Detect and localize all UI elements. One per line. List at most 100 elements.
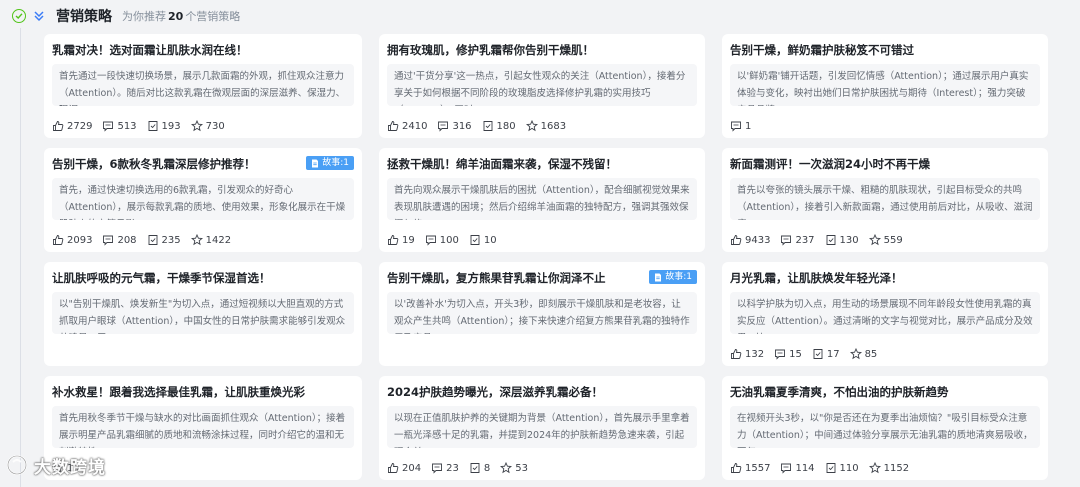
strategy-card[interactable]: 告别干燥肌，复方熊果苷乳霜让你润泽不止 故事:1 以'改善补水'为切入点，开头3秒，…	[379, 262, 705, 366]
likes-stat: 2410	[387, 120, 427, 132]
section-subtitle: 为你推荐 20 个营销策略	[122, 10, 241, 23]
comments-stat: 237	[780, 234, 815, 246]
card-description: 首先向观众展示干燥肌肤后的困扰（Attention），配合细腻视觉效果来表现肌肤…	[387, 178, 697, 220]
card-title: 拥有玫瑰肌，修护乳霜帮你告别干燥肌！	[387, 43, 594, 57]
like-icon	[52, 234, 64, 246]
card-stats: 1557 114 110 1152	[730, 462, 909, 474]
strategy-card[interactable]: 无油乳霜夏季清爽，不怕出油的护肤新趋势 在视频开头3秒，以"你是否还在为夏季出油烦…	[722, 376, 1048, 480]
likes-stat: 19	[387, 234, 415, 246]
strategy-grid: 乳霜对决！选对面霜让肌肤水润在线！ 首先通过一段快速切换场景，展示几款面霜的外观，…	[44, 34, 1048, 480]
likes-stat: 204	[387, 462, 421, 474]
save-icon	[469, 462, 481, 474]
card-description: 首先用秋冬季节干燥与缺水的对比画面抓住观众（Attention）；接着展示明星产…	[52, 406, 354, 448]
stars-stat: 1683	[525, 120, 566, 132]
comment-icon	[780, 234, 792, 246]
card-stats: 2093 208 235 1422	[52, 234, 231, 246]
card-description: 以'鲜奶霜'铺开话题，引发回忆情感（Attention）；通过展示用户真实体验与…	[730, 64, 1040, 106]
comment-icon	[102, 120, 114, 132]
card-title: 乳霜对决！选对面霜让肌肤水润在线！	[52, 43, 248, 57]
save-icon	[147, 234, 159, 246]
comments-stat: 15	[774, 348, 802, 360]
story-tag: 故事:1	[306, 156, 354, 170]
save-icon	[147, 120, 159, 132]
strategy-card[interactable]: 让肌肤呼吸的元气霜，干燥季节保湿首选！ 以"告别干燥肌、焕发新生"为切入点，通过短…	[44, 262, 362, 366]
comment-icon	[102, 234, 114, 246]
comment-icon	[425, 234, 437, 246]
watermark: 大数跨境	[6, 452, 106, 478]
star-icon	[500, 462, 513, 474]
saves-stat: 110	[825, 462, 859, 474]
strategy-card[interactable]: 拥有玫瑰肌，修护乳霜帮你告别干燥肌！ 通过'干货分享'这一热点，引起女性观众的关注…	[379, 34, 705, 138]
like-icon	[730, 462, 742, 474]
strategy-card[interactable]: 告别干燥，6款秋冬乳霜深层修护推荐！ 故事:1 首先，通过快速切换选用的6款乳霜，引…	[44, 148, 362, 252]
card-description: 以科学护肤为切入点，用生动的场景展现不同年龄段女性使用乳霜的真实反应（Atten…	[730, 292, 1040, 334]
saves-stat: 130	[825, 234, 859, 246]
card-description: 首先，通过快速切换选用的6款乳霜，引发观众的好奇心（Attention），展示每…	[52, 178, 354, 220]
card-stats: 2410 316 180 1683	[387, 120, 566, 132]
saves-stat: 193	[147, 120, 181, 132]
card-description: 在视频开头3秒，以"你是否还在为夏季出油烦恼？"吸引目标受众注意力（Attent…	[730, 406, 1040, 448]
star-icon	[849, 348, 862, 360]
star-icon	[868, 234, 881, 246]
card-description: 首先通过一段快速切换场景，展示几款面霜的外观，抓住观众注意力（Attention…	[52, 64, 354, 106]
save-icon	[825, 462, 837, 474]
comment-icon	[780, 462, 792, 474]
save-icon	[812, 348, 824, 360]
card-description: 通过'干货分享'这一热点，引起女性观众的关注（Attention），接着分享关于…	[387, 64, 697, 106]
star-icon	[190, 120, 203, 132]
card-title: 新面霜测评！一次滋润24小时不再干燥	[730, 157, 931, 171]
card-description: 以"告别干燥肌、焕发新生"为切入点，通过短视频以大胆直观的方式抓取用户眼球（At…	[52, 292, 354, 334]
strategy-card[interactable]: 告别干燥，鲜奶霜护肤秘笈不可错过 以'鲜奶霜'铺开话题，引发回忆情感（Attent…	[722, 34, 1048, 138]
like-icon	[730, 234, 742, 246]
saves-stat: 17	[812, 348, 840, 360]
like-icon	[387, 462, 399, 474]
strategy-card[interactable]: 乳霜对决！选对面霜让肌肤水润在线！ 首先通过一段快速切换场景，展示几款面霜的外观，…	[44, 34, 362, 138]
star-icon	[868, 462, 881, 474]
star-icon	[190, 234, 203, 246]
comment-icon	[730, 120, 742, 132]
like-icon	[387, 234, 399, 246]
likes-stat: 1557	[730, 462, 770, 474]
save-icon	[825, 234, 837, 246]
comment-icon	[774, 348, 786, 360]
save-icon	[482, 120, 494, 132]
comment-icon	[437, 120, 449, 132]
comments-stat: 100	[425, 234, 459, 246]
like-icon	[387, 120, 399, 132]
comment-icon	[431, 462, 443, 474]
stars-stat: 1422	[190, 234, 231, 246]
card-stats: 132 15 17 85	[730, 348, 877, 360]
card-title: 让肌肤呼吸的元气霜，干燥季节保湿首选！	[52, 271, 271, 285]
saves-stat: 10	[469, 234, 497, 246]
comments-stat: 316	[437, 120, 472, 132]
saves-stat: 235	[147, 234, 181, 246]
stars-stat: 559	[868, 234, 903, 246]
card-title: 补水救星！跟着我选择最佳乳霜，让肌肤重焕光彩	[52, 385, 305, 399]
double-chevron-down-icon[interactable]	[32, 9, 46, 23]
strategy-card[interactable]: 2024护肤趋势曝光，深层滋养乳霜必备！ 以现在正值肌肤护养的关键期为背景（Att…	[379, 376, 705, 480]
strategy-card[interactable]: 月光乳霜，让肌肤焕发年轻光泽！ 以科学护肤为切入点，用生动的场景展现不同年龄段女性…	[722, 262, 1048, 366]
section-title: 营销策略	[56, 9, 112, 25]
saves-stat: 8	[469, 462, 490, 474]
card-description: 以'改善补水'为切入点，开头3秒，即刻展示干燥肌肤和是老妆容，让观众产生共鸣（A…	[387, 292, 697, 334]
likes-stat: 2093	[52, 234, 92, 246]
strategy-card[interactable]: 拯救干燥肌！绵羊油面霜来袭，保湿不残留！ 首先向观众展示干燥肌肤后的困扰（Atte…	[379, 148, 705, 252]
strategy-card[interactable]: 新面霜测评！一次滋润24小时不再干燥首先以夸张的镜头展示干燥、粗糙的肌肤现状，引…	[722, 148, 1048, 252]
card-description: 首先以夸张的镜头展示干燥、粗糙的肌肤现状，引起目标受众的共鸣（Attention…	[730, 178, 1040, 220]
watermark-logo-icon	[7, 455, 27, 475]
likes-stat: 9433	[730, 234, 770, 246]
saves-stat: 180	[482, 120, 516, 132]
stars-stat: 730	[190, 120, 225, 132]
likes-stat: 132	[730, 348, 764, 360]
comments-stat: 513	[102, 120, 137, 132]
document-icon	[655, 273, 662, 281]
strategy-header: 营销策略 为你推荐 20 个营销策略	[12, 6, 240, 26]
card-stats: 2729 513 193 730	[52, 120, 225, 132]
stars-stat: 53	[500, 462, 528, 474]
document-icon	[312, 159, 319, 167]
card-description: 以现在正值肌肤护养的关键期为背景（Attention），首先展示手里拿着一瓶光泽…	[387, 406, 697, 448]
stars-stat: 1152	[868, 462, 909, 474]
timeline-rail	[20, 28, 21, 487]
card-title: 拯救干燥肌！绵羊油面霜来袭，保湿不残留！	[387, 157, 617, 171]
stars-stat: 85	[849, 348, 877, 360]
